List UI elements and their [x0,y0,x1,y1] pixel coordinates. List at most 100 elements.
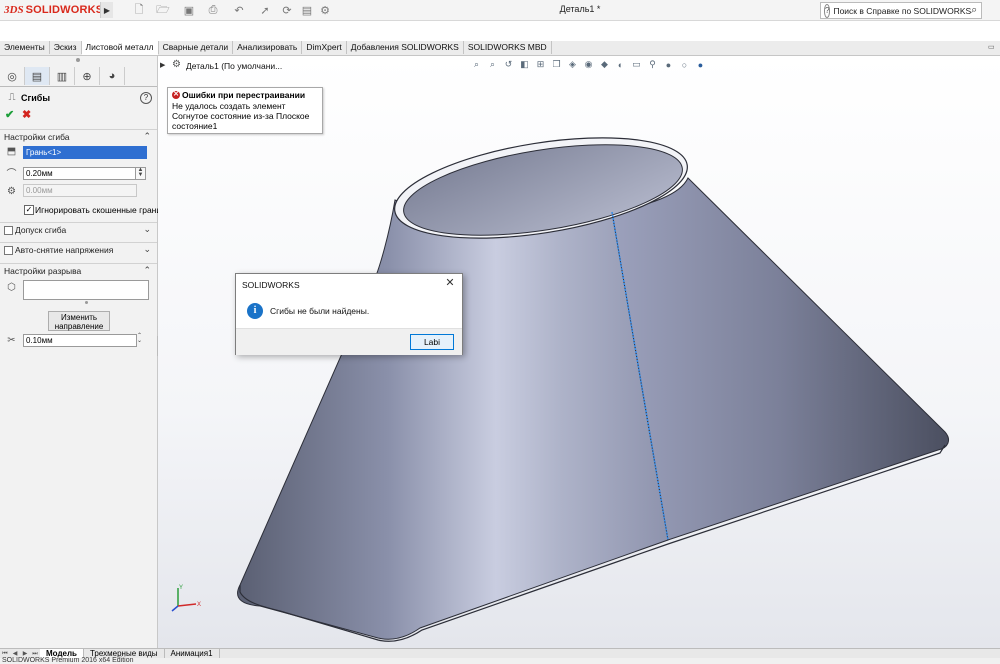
tree-expand-arrow-icon[interactable]: ▶ [160,61,165,69]
edit-appearance-icon[interactable]: ◆ [598,58,611,71]
print-icon[interactable]: ⎙ [206,3,220,17]
auto-relief-checkbox[interactable] [4,246,13,255]
previous-view-icon[interactable]: ↺ [502,58,515,71]
fixed-face-icon: ⬒ [6,146,17,157]
tab-evaluate[interactable]: Анализировать [233,41,303,54]
help-search-box[interactable]: ? Поиск в Справке по SOLIDWORKS ⌕ [820,2,982,19]
ignore-bevel-label: Игнорировать скошенные грани [35,205,162,215]
bends-feature-icon: ⎍ [8,91,16,103]
menu-expand-icon[interactable]: ▶ [100,2,113,18]
section-title: Настройки разрыва [4,266,82,276]
close-icon[interactable]: ✕ [444,277,456,289]
solidworks-logo[interactable]: 3DS SOLIDWORKS [4,2,103,18]
zoom-to-area-icon[interactable]: ⌕ [486,58,499,71]
tab-sheet-metal[interactable]: Листовой металл [81,41,159,55]
bend-radius-input[interactable]: 0.20мм [23,167,137,180]
ignore-bevel-checkbox[interactable]: ✓ [24,205,34,215]
search-icon[interactable]: ⌕ [971,4,977,17]
feature-tree-root[interactable]: Деталь1 (По умолчани... [186,61,282,71]
chevron-down-icon[interactable]: ⌄ [143,244,151,255]
document-title: Деталь1 * [559,4,601,14]
tab-addins[interactable]: Добавления SOLIDWORKS [347,41,464,54]
bend-radius-spinner[interactable]: ▲ ▼ [135,167,146,180]
file-properties-icon[interactable]: ▤ [300,3,314,17]
rip-edges-field[interactable] [23,280,149,300]
bend-allowance-checkbox[interactable] [4,226,13,235]
scene-sphere-icon[interactable]: ● [694,58,707,71]
section-title: Настройки сгиба [4,132,70,142]
help-icon[interactable]: ? [140,92,152,104]
svg-text:X: X [197,602,201,608]
shadows-icon[interactable]: ● [662,58,675,71]
feature-manager-tab-icon[interactable]: ◎ [0,67,25,85]
rebuild-icon[interactable]: ⟳ [280,3,294,17]
section-bend-settings[interactable]: Настройки сгиба ⌃ [0,129,157,144]
ambient-occlusion-icon[interactable]: ○ [678,58,691,71]
dialog-message: Сгибы не были найдены. [270,306,370,316]
error-title: Ошибки при перестраивании [182,90,306,100]
save-icon[interactable]: ▣ [182,3,196,17]
status-text: SOLIDWORKS Premium 2016 x64 Edition [2,657,134,664]
section-view-icon[interactable]: ◧ [518,58,531,71]
cancel-x-icon[interactable]: ✖ [22,108,31,121]
rip-gap-icon: ✂ [7,335,16,346]
panel-splitter-dot[interactable] [76,58,80,62]
select-icon[interactable]: ➚ [258,3,272,17]
collapse-tabbar-icon[interactable]: ▭ [988,43,996,51]
heads-up-view-toolbar: ⌕ ⌕ ↺ ◧ ⊞ ❒ ◈ ◉ ◆ ◐ ▭ ⚲ ● ○ ● [470,58,707,72]
chevron-down-icon[interactable]: ⌄ [143,224,151,235]
error-icon: ✕ [172,91,180,99]
new-document-icon[interactable]: 🗋 [132,3,146,17]
configuration-manager-tab-icon[interactable]: ▥ [50,67,75,85]
help-question-icon: ? [824,3,831,18]
ok-button[interactable]: Labi [410,334,454,350]
error-message: Не удалось создать элемент Согнутое сост… [172,101,310,131]
dialog-footer: Labi [236,328,462,355]
open-icon[interactable]: 🗁 [156,3,170,17]
svg-text:Y: Y [179,585,183,591]
bend-radius-icon: ⌒ [6,169,17,180]
section-auto-relief[interactable]: Авто-снятие напряжения ⌄ [0,242,157,257]
view-orientation-icon[interactable]: ❒ [550,58,563,71]
tab-mbd[interactable]: SOLIDWORKS MBD [464,41,552,54]
view-settings-icon[interactable]: ▭ [630,58,643,71]
options-gear-icon[interactable]: ⚙ [318,3,332,17]
message-dialog: SOLIDWORKS ✕ i Сгибы не были найдены. La… [235,273,463,355]
section-bend-allowance[interactable]: Допуск сгиба ⌄ [0,222,157,237]
tab-sketch[interactable]: Эскиз [50,41,82,54]
fixed-face-field[interactable]: Грань<1> [23,146,147,159]
logo-mark: 3DS [4,4,24,16]
thickness-icon: ⚙ [7,186,16,197]
ok-check-icon[interactable]: ✔ [5,108,14,121]
rip-gap-input[interactable]: 0.10мм [23,334,137,347]
display-manager-tab-icon[interactable]: ◕ [100,67,125,85]
rip-gap-spinner[interactable]: ⌃ ⌄ [137,333,142,344]
info-icon: i [247,303,263,319]
hide-show-items-icon[interactable]: ◉ [582,58,595,71]
display-style-icon[interactable]: ◈ [566,58,579,71]
command-manager-tabs: Элементы Эскиз Листовой металл Сварные д… [0,41,552,55]
tab-dimxpert[interactable]: DimXpert [302,41,347,54]
dimxpert-manager-tab-icon[interactable]: ⊕ [75,67,100,85]
change-direction-button[interactable]: Изменить направление [48,311,110,331]
rip-edges-icon: ⬡ [7,282,16,293]
list-resize-dot[interactable] [85,301,88,304]
section-rip-settings[interactable]: Настройки разрыва ⌃ [0,263,157,278]
status-bar [0,658,1000,664]
chevron-up-icon[interactable]: ⌃ [143,265,151,276]
zoom-to-fit-icon[interactable]: ⌕ [470,58,483,71]
realview-icon[interactable]: ⚲ [646,58,659,71]
property-manager-tab-icon[interactable]: ▤ [25,67,50,85]
tab-weldments[interactable]: Сварные детали [159,41,234,54]
dynamic-annotation-icon[interactable]: ⊞ [534,58,547,71]
part-icon: ⚙ [172,59,181,70]
undo-icon[interactable]: ↶ [232,3,246,17]
section-title: Допуск сгиба [15,225,67,235]
section-title: Авто-снятие напряжения [15,245,114,255]
tab-features[interactable]: Элементы [0,41,50,54]
apply-scene-icon[interactable]: ◐ [614,58,627,71]
thickness-input[interactable]: 0.00мм [23,184,137,197]
dialog-title: SOLIDWORKS [242,280,300,290]
chevron-up-icon[interactable]: ⌃ [143,131,151,142]
help-search-input[interactable]: Поиск в Справке по SOLIDWORKS [833,6,971,16]
